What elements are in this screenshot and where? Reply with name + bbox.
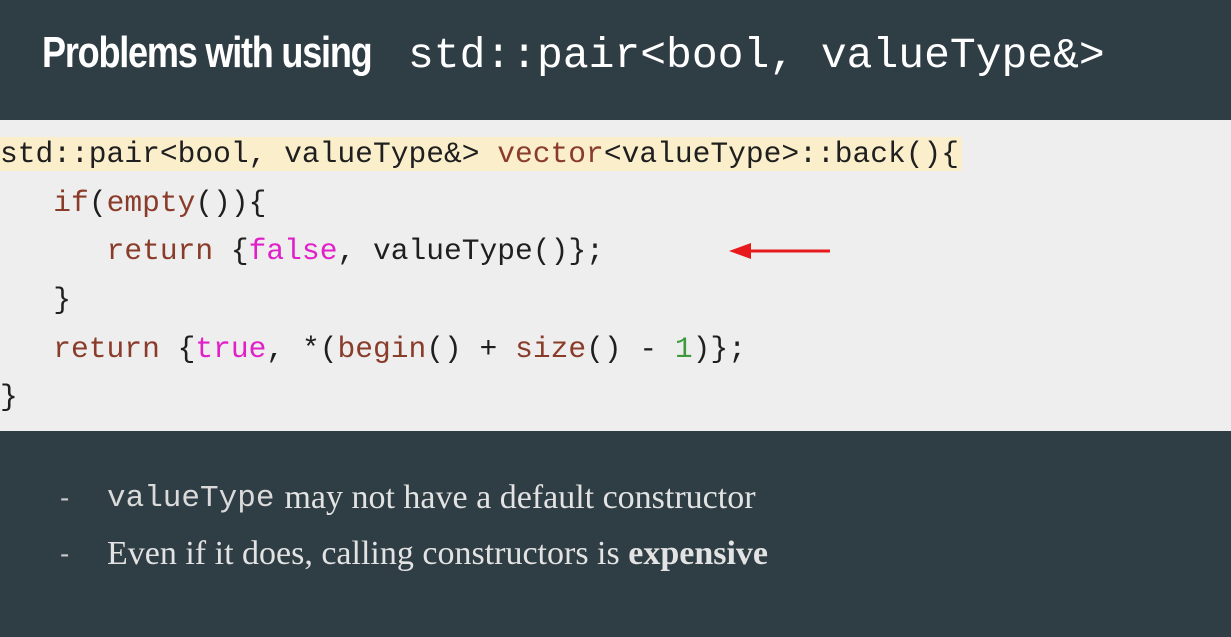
literal-false: false xyxy=(248,234,338,268)
code-line-close-if: } xyxy=(0,283,72,317)
minus: () - xyxy=(586,332,675,366)
code-line-close-fn: } xyxy=(0,380,18,414)
code-line-signature: std::pair<bool, valueType&> vector<value… xyxy=(0,136,963,172)
title-text: Problems with using xyxy=(42,28,373,77)
keyword-return: return xyxy=(106,234,214,268)
keyword-if: if xyxy=(53,186,89,220)
red-arrow-icon xyxy=(729,243,830,259)
return-rest: , valueType()}; xyxy=(337,234,604,268)
brace: { xyxy=(213,234,249,268)
code-line-return-false: return {false, valueType()}; xyxy=(0,233,604,269)
paren: ( xyxy=(88,186,107,220)
bullet-text: Even if it does, calling constructors is xyxy=(107,535,620,572)
bullet-dash: - xyxy=(60,482,70,513)
deref: , *( xyxy=(266,332,338,366)
call-empty: empty xyxy=(106,186,196,220)
signature-rest: <valueType>::back(){ xyxy=(603,137,960,171)
bullet-list: - valueType may not have a default const… xyxy=(60,470,768,582)
if-rest: ()){ xyxy=(195,186,267,220)
class-name: vector xyxy=(497,137,604,171)
bullet-code: valueType xyxy=(107,480,275,516)
literal-true: true xyxy=(195,332,267,366)
call-size: size xyxy=(515,332,587,366)
bullet-bold: expensive xyxy=(628,535,769,572)
bullet-text: may not have a default constructor xyxy=(284,479,756,516)
bullet-dash: - xyxy=(60,538,70,569)
arrow-head xyxy=(729,243,751,259)
code-block: std::pair<bool, valueType&> vector<value… xyxy=(0,120,1231,431)
keyword-return: return xyxy=(53,332,160,366)
slide-title: Problems with using std::pair<bool, valu… xyxy=(42,28,1105,92)
signature-highlight: std::pair<bool, valueType&> vector<value… xyxy=(0,137,963,171)
number-one: 1 xyxy=(674,332,693,366)
code-line-if: if(empty()){ xyxy=(0,185,266,221)
brace: { xyxy=(159,332,196,366)
code-line-return-true: return {true, *(begin() + size() - 1)}; xyxy=(0,331,746,367)
return-end: )}; xyxy=(692,332,746,366)
plus: () + xyxy=(426,332,516,366)
bullet-item: - valueType may not have a default const… xyxy=(60,470,768,526)
return-type: std::pair<bool, valueType&> xyxy=(0,137,480,171)
bullet-item: - Even if it does, calling constructors … xyxy=(60,526,768,582)
call-begin: begin xyxy=(337,332,427,366)
title-code: std::pair<bool, valueType&> xyxy=(408,31,1105,80)
